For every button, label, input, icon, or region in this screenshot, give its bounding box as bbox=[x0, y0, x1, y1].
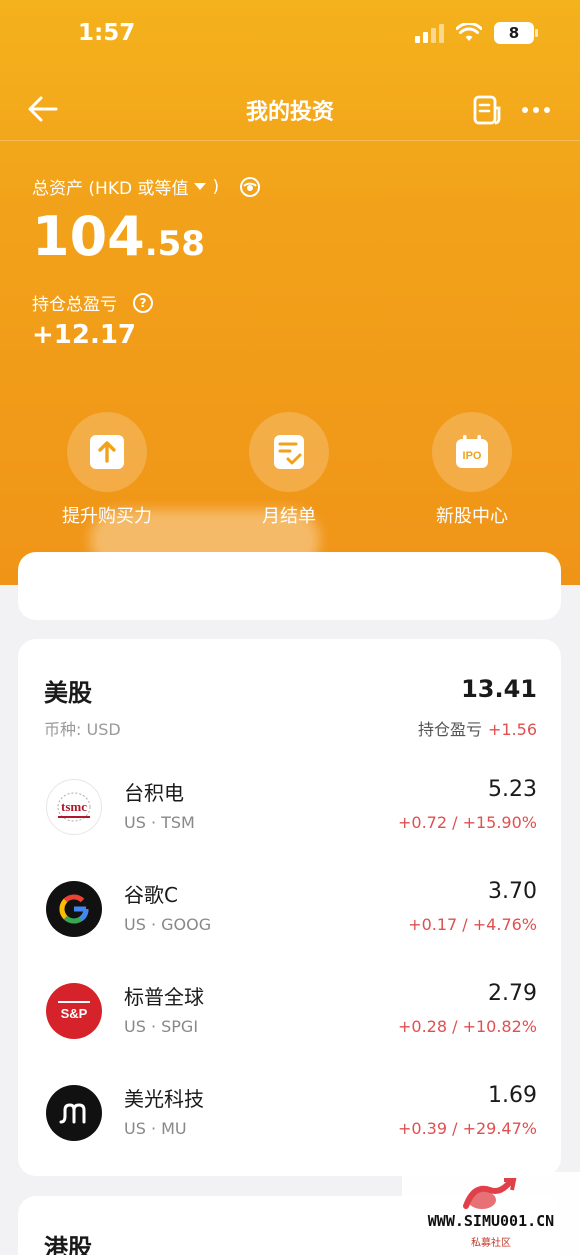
tsmc-logo: tsmc bbox=[46, 779, 102, 835]
stock-row-goog[interactable]: 谷歌C US · GOOG 3.70 +0.17 / +4.76% bbox=[18, 869, 561, 949]
watermark-subtext: 私募社区 bbox=[471, 1238, 511, 1249]
us-stocks-card: 美股 13.41 币种: USD 持仓盈亏 +1.56 tsmc 台积电 US ·… bbox=[18, 639, 561, 1176]
stock-change: +0.28 / +10.82% bbox=[397, 1017, 537, 1036]
nav-bar: 我的投资 bbox=[0, 80, 580, 140]
stock-name: 标普全球 bbox=[124, 985, 204, 1009]
nav-divider bbox=[0, 140, 580, 141]
document-icon[interactable] bbox=[472, 94, 502, 126]
quick-action-ipo[interactable]: IPO 新股中心 bbox=[392, 412, 552, 528]
stock-name: 台积电 bbox=[124, 781, 184, 805]
promo-banner[interactable] bbox=[18, 552, 561, 620]
upload-arrow-icon bbox=[90, 435, 124, 469]
quick-action-circle bbox=[249, 412, 329, 492]
total-assets-label-text: 总资产 (HKD 或等值 bbox=[32, 179, 189, 199]
us-stocks-total: 13.41 bbox=[461, 675, 537, 703]
total-assets-label[interactable]: 总资产 (HKD 或等值 ) bbox=[32, 174, 261, 199]
micron-logo bbox=[46, 1085, 102, 1141]
watermark: WWW.SIMU001.CN 私募社区 bbox=[402, 1172, 580, 1255]
stock-code: US · MU bbox=[124, 1119, 187, 1138]
google-logo bbox=[46, 881, 102, 937]
stock-name: 美光科技 bbox=[124, 1087, 204, 1111]
caret-down-icon bbox=[194, 183, 207, 190]
stock-change: +0.72 / +15.90% bbox=[397, 813, 537, 832]
more-icon[interactable] bbox=[522, 104, 554, 116]
total-assets-dec: .58 bbox=[144, 224, 205, 264]
stock-value: 1.69 bbox=[488, 1083, 537, 1108]
watermark-text: WWW.SIMU001.CN bbox=[427, 1212, 555, 1230]
sp-logo-text: S&P bbox=[61, 1006, 88, 1021]
ipo-calendar-icon: IPO bbox=[456, 435, 488, 468]
stock-row-tsm[interactable]: tsmc 台积电 US · TSM 5.23 +0.72 / +15.90% bbox=[18, 767, 561, 847]
help-icon[interactable]: ? bbox=[133, 292, 153, 313]
us-pnl-value: +1.56 bbox=[487, 720, 537, 739]
battery-icon: 8 bbox=[494, 22, 538, 44]
stock-value: 2.79 bbox=[488, 981, 537, 1006]
status-bar: 1:57 8 bbox=[0, 0, 580, 70]
us-stocks-title: 美股 bbox=[44, 679, 92, 707]
quick-action-label: 新股中心 bbox=[436, 506, 508, 527]
stock-value: 3.70 bbox=[488, 879, 537, 904]
status-icons: 8 bbox=[415, 22, 538, 44]
watermark-logo-icon bbox=[463, 1178, 517, 1209]
quick-action-circle: IPO bbox=[432, 412, 512, 492]
quick-action-circle bbox=[67, 412, 147, 492]
eye-icon[interactable] bbox=[239, 176, 261, 198]
sp-logo: S&P bbox=[46, 983, 102, 1039]
signal-icon bbox=[415, 23, 444, 43]
stock-change: +0.17 / +4.76% bbox=[408, 915, 537, 934]
stock-code: US · SPGI bbox=[124, 1017, 199, 1036]
wifi-icon bbox=[456, 23, 482, 41]
stock-change: +0.39 / +29.47% bbox=[397, 1119, 537, 1138]
stock-code: US · GOOG bbox=[124, 915, 212, 934]
tsmc-logo-text: tsmc bbox=[61, 799, 87, 814]
total-assets-value: 104.58 bbox=[32, 205, 205, 268]
hk-stocks-title: 港股 bbox=[44, 1234, 92, 1255]
total-pnl-label: 持仓总盈亏 ? bbox=[32, 290, 153, 315]
total-pnl-value: +12.17 bbox=[32, 320, 137, 350]
us-pnl-label: 持仓盈亏 bbox=[417, 720, 482, 739]
ipo-icon-text: IPO bbox=[463, 450, 482, 462]
stock-value: 5.23 bbox=[488, 777, 537, 802]
total-pnl-label-text: 持仓总盈亏 bbox=[32, 295, 117, 315]
stock-row-mu[interactable]: 美光科技 US · MU 1.69 +0.39 / +29.47% bbox=[18, 1073, 561, 1153]
total-assets-int: 104 bbox=[32, 205, 145, 268]
stock-code: US · TSM bbox=[124, 813, 195, 832]
currency-label: 币种: USD bbox=[44, 720, 121, 739]
status-time: 1:57 bbox=[78, 20, 136, 46]
statement-icon bbox=[274, 435, 304, 469]
total-assets-label-suffix: ) bbox=[212, 176, 220, 197]
us-pnl-line: 持仓盈亏 +1.56 bbox=[418, 716, 537, 740]
stock-name: 谷歌C bbox=[124, 883, 178, 907]
stock-row-spgi[interactable]: S&P 标普全球 US · SPGI 2.79 +0.28 / +10.82% bbox=[18, 971, 561, 1051]
